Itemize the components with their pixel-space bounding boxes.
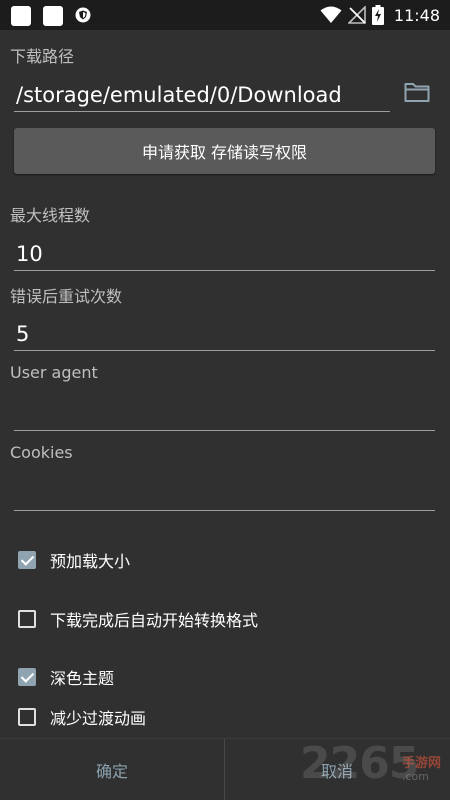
option-preload-size[interactable]: 预加载大小 — [18, 547, 130, 573]
folder-icon[interactable] — [404, 81, 430, 103]
retry-count-label: 错误后重试次数 — [10, 287, 123, 306]
user-agent-input[interactable] — [14, 394, 435, 431]
option-label: 减少过渡动画 — [50, 709, 147, 728]
checkbox-auto-convert[interactable] — [18, 610, 36, 628]
cookies-input[interactable] — [14, 474, 435, 511]
max-threads-label: 最大线程数 — [10, 206, 91, 225]
wifi-icon — [320, 6, 342, 23]
confirm-button[interactable]: 确定 — [0, 739, 224, 800]
download-path-value: /storage/emulated/0/Download — [16, 83, 342, 107]
option-auto-convert[interactable]: 下载完成后自动开始转换格式 — [18, 606, 258, 632]
option-dark-theme[interactable]: 深色主题 — [18, 664, 114, 690]
user-agent-label: User agent — [10, 363, 98, 382]
download-path-input[interactable]: /storage/emulated/0/Download — [14, 75, 390, 112]
checkbox-reduce-animations[interactable] — [18, 708, 36, 726]
cancel-button[interactable]: 取消 — [225, 739, 449, 800]
battery-charging-icon — [371, 5, 384, 25]
checkbox-preload-size[interactable] — [18, 551, 36, 569]
max-threads-input[interactable]: 10 — [14, 234, 435, 271]
status-bar: 11:48 — [0, 0, 450, 30]
shield-icon — [75, 7, 91, 23]
request-storage-permission-button[interactable]: 申请获取 存储读写权限 — [14, 128, 435, 174]
option-label: 下载完成后自动开始转换格式 — [50, 611, 259, 630]
status-icons: 11:48 — [320, 0, 440, 30]
option-reduce-animations[interactable]: 减少过渡动画 — [18, 704, 146, 730]
option-label: 预加载大小 — [50, 552, 131, 571]
retry-count-value: 5 — [16, 322, 30, 346]
dialog-button-bar: 确定 取消 — [0, 738, 450, 800]
app-notification-icon — [11, 6, 31, 26]
app-notification-icon — [43, 6, 63, 26]
retry-count-input[interactable]: 5 — [14, 314, 435, 351]
clock: 11:48 — [393, 5, 440, 25]
checkbox-dark-theme[interactable] — [18, 668, 36, 686]
option-label: 深色主题 — [50, 669, 115, 688]
no-signal-icon — [347, 6, 366, 24]
max-threads-value: 10 — [16, 242, 43, 266]
cookies-label: Cookies — [10, 443, 73, 462]
download-path-label: 下载路径 — [10, 47, 75, 66]
